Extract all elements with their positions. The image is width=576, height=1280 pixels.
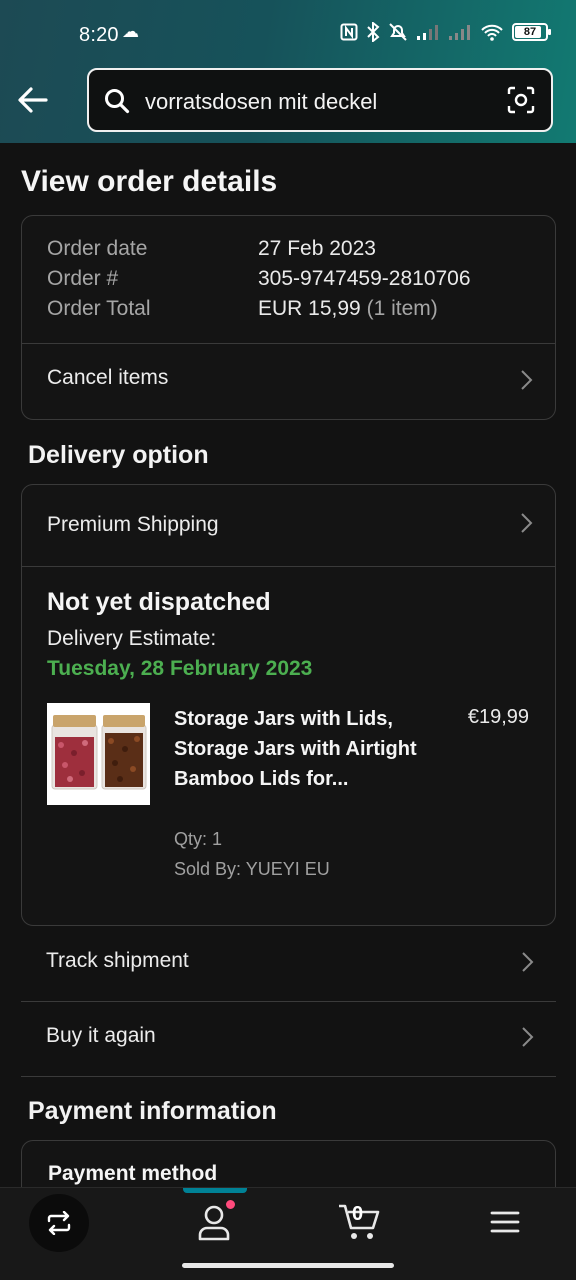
delivery-card: Premium Shipping Not yet dispatched Deli… <box>21 484 556 926</box>
signal-2-icon <box>449 25 470 40</box>
nfc-icon <box>340 23 358 41</box>
storage-jars-image <box>47 703 150 805</box>
search-icon <box>105 89 130 114</box>
divider <box>21 1076 556 1077</box>
page-title: View order details <box>21 165 278 198</box>
status-time: 8:20 <box>79 24 119 46</box>
product-quantity: Qty: 1 <box>174 829 223 849</box>
status-icons: 87 <box>340 22 551 42</box>
order-summary-card: Order date 27 Feb 2023 Order # 305-97474… <box>21 215 556 420</box>
search-bar[interactable]: vorratsdosen mit deckel <box>87 68 553 132</box>
cart-count: 0 <box>352 1203 364 1225</box>
delivery-section-title: Delivery option <box>28 441 209 469</box>
order-total-label: Order Total <box>47 297 151 320</box>
product-thumbnail[interactable] <box>47 703 150 805</box>
delivery-estimate-label: Delivery Estimate: <box>47 627 217 650</box>
cloud-icon: ☁ <box>122 22 139 41</box>
order-date-value: 27 Feb 2023 <box>258 237 376 260</box>
order-total-value: EUR 15,99 (1 item) <box>258 297 438 320</box>
gesture-home-bar[interactable] <box>182 1263 394 1268</box>
track-shipment-row[interactable]: Track shipment <box>21 927 556 1002</box>
wifi-icon <box>481 24 503 41</box>
swap-icon <box>47 1211 71 1235</box>
active-tab-indicator <box>183 1188 247 1193</box>
signal-icon <box>417 25 438 40</box>
app-header: 8:20 ☁ 87 vorratsdosen mit deckel <box>0 0 576 143</box>
status-bar: 8:20 ☁ 87 <box>0 0 576 70</box>
order-number-label: Order # <box>47 267 119 290</box>
delivery-estimate-date: Tuesday, 28 February 2023 <box>47 657 313 680</box>
bluetooth-icon <box>367 22 380 42</box>
chevron-right-icon <box>522 952 534 972</box>
order-number-value: 305-9747459-2810706 <box>258 267 471 290</box>
chevron-right-icon <box>521 513 533 533</box>
camera-search-icon[interactable] <box>507 86 535 114</box>
payment-method-label: Payment method <box>48 1162 218 1185</box>
battery-icon: 87 <box>512 23 551 41</box>
menu-icon[interactable] <box>490 1210 520 1234</box>
shipping-option-label: Premium Shipping <box>47 513 219 536</box>
notification-dot <box>225 1199 236 1210</box>
home-nav-button[interactable] <box>29 1194 89 1252</box>
track-shipment-label: Track shipment <box>46 949 189 972</box>
search-input[interactable]: vorratsdosen mit deckel <box>145 89 377 115</box>
product-price: €19,99 <box>467 706 529 728</box>
chevron-right-icon <box>521 370 533 390</box>
divider <box>22 566 555 567</box>
buy-again-row[interactable]: Buy it again <box>21 1002 556 1076</box>
cancel-items-label: Cancel items <box>47 366 169 389</box>
chevron-right-icon <box>522 1027 534 1047</box>
mute-icon <box>389 23 407 41</box>
product-seller: Sold By: YUEYI EU <box>174 859 330 879</box>
payment-section-title: Payment information <box>28 1097 277 1125</box>
cancel-items-row[interactable]: Cancel items <box>22 344 555 420</box>
back-arrow-icon[interactable] <box>16 84 50 116</box>
dispatch-status: Not yet dispatched <box>47 588 271 616</box>
product-title-link[interactable]: Storage Jars with Lids, Storage Jars wit… <box>174 704 424 794</box>
shipping-option-row[interactable]: Premium Shipping <box>22 485 555 566</box>
buy-again-label: Buy it again <box>46 1024 156 1047</box>
order-date-label: Order date <box>47 237 148 260</box>
